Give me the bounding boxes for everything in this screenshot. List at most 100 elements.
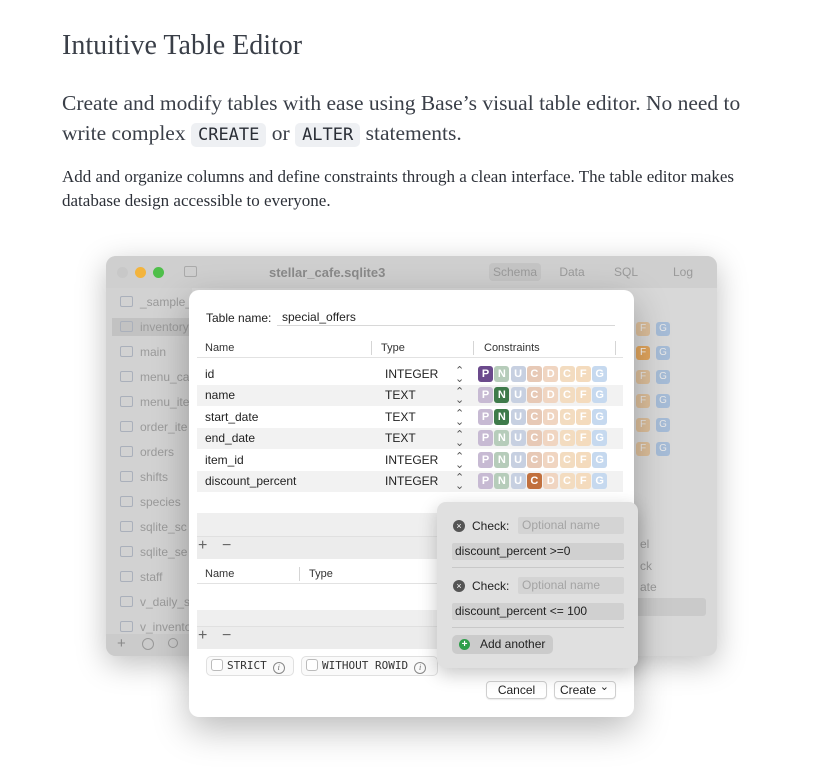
column-type[interactable]: TEXT <box>385 388 416 402</box>
constraint-toggle-g[interactable]: G <box>592 408 608 425</box>
constraint-toggle-f[interactable]: F <box>575 366 591 382</box>
sidebar-item[interactable]: sqlite_sc <box>120 518 187 536</box>
constraint-toggle-c[interactable]: C <box>559 430 575 447</box>
constraint-toggle-d[interactable]: D <box>543 366 559 382</box>
sidebar-item[interactable]: shifts <box>120 468 168 486</box>
constraint-toggle-c[interactable]: C <box>526 430 542 447</box>
constraint-toggle-g[interactable]: G <box>592 387 608 404</box>
constraint-toggle-d[interactable]: D <box>543 473 559 489</box>
sidebar-item[interactable]: menu_ite <box>120 393 189 411</box>
add-column-button[interactable]: + <box>198 537 207 555</box>
constraint-toggle-c[interactable]: C <box>559 451 575 468</box>
check-expression-input[interactable]: discount_percent >=0 <box>452 543 624 560</box>
check-expression-input[interactable]: discount_percent <= 100 <box>452 603 624 620</box>
remove-index-button[interactable]: − <box>222 627 231 645</box>
sidebar-item[interactable]: species <box>120 493 181 511</box>
constraint-toggle-f[interactable]: F <box>575 430 591 447</box>
info-icon[interactable]: i <box>272 662 285 674</box>
column-type[interactable]: INTEGER <box>385 367 438 381</box>
constraint-toggle-p[interactable]: P <box>478 473 493 489</box>
type-stepper-icon[interactable]: ⌃ ⌄ <box>455 451 464 470</box>
constraint-toggle-n[interactable]: N <box>494 473 510 489</box>
constraint-toggle-c[interactable]: C <box>526 366 542 382</box>
check-name-input[interactable]: Optional name <box>518 517 624 534</box>
remove-column-button[interactable]: − <box>222 537 231 555</box>
column-type[interactable]: TEXT <box>385 410 416 424</box>
sidebar-search-icon[interactable] <box>168 638 178 648</box>
column-name[interactable]: item_id <box>205 453 244 467</box>
constraint-toggle-c[interactable]: C <box>559 408 575 425</box>
column-name[interactable]: id <box>205 367 214 381</box>
column-type[interactable]: INTEGER <box>385 474 438 488</box>
sidebar-item[interactable]: orders <box>120 443 174 461</box>
table-row[interactable]: discount_percent INTEGER ⌃ ⌄ P N U C D C F G <box>197 471 623 492</box>
constraint-toggle-f[interactable]: F <box>575 408 591 425</box>
sidebar-item[interactable]: sqlite_se <box>120 543 187 561</box>
type-stepper-icon[interactable]: ⌃ ⌄ <box>455 473 464 492</box>
sidebar-toggle-icon[interactable] <box>184 266 197 277</box>
tab-schema[interactable]: Schema <box>489 263 541 281</box>
constraint-toggle-p[interactable]: P <box>478 366 493 382</box>
tab-data[interactable]: Data <box>548 263 596 281</box>
constraint-toggle-u[interactable]: U <box>510 387 526 404</box>
add-another-button[interactable]: + Add another <box>452 635 553 654</box>
cancel-button[interactable]: Cancel <box>486 681 547 699</box>
constraint-toggle-c[interactable]: C <box>526 387 542 404</box>
constraint-toggle-d[interactable]: D <box>543 408 559 425</box>
constraint-toggle-f[interactable]: F <box>575 473 591 489</box>
constraint-toggle-c[interactable]: C <box>559 366 575 382</box>
create-button[interactable]: Create ⌄ <box>554 681 616 699</box>
table-row[interactable]: item_id INTEGER ⌃ ⌄ P N U C D C F G <box>197 450 623 471</box>
table-row[interactable]: name TEXT ⌃ ⌄ P N U C D C F G <box>197 385 623 407</box>
column-name[interactable]: start_date <box>205 410 258 424</box>
add-index-button[interactable]: + <box>198 627 207 645</box>
tab-sql[interactable]: SQL <box>602 263 650 281</box>
sidebar-item[interactable]: order_ite <box>120 418 187 436</box>
constraint-toggle-g[interactable]: G <box>592 430 608 447</box>
strict-option[interactable]: STRICT i <box>206 656 294 676</box>
constraint-toggle-n[interactable]: N <box>494 408 510 425</box>
constraint-toggle-g[interactable]: G <box>592 473 608 489</box>
constraint-toggle-p[interactable]: P <box>478 408 493 425</box>
type-stepper-icon[interactable]: ⌃ ⌄ <box>455 430 464 449</box>
constraint-toggle-n[interactable]: N <box>494 430 510 447</box>
table-row[interactable]: end_date TEXT ⌃ ⌄ P N U C D C F G <box>197 428 623 450</box>
constraint-toggle-u[interactable]: U <box>510 451 526 468</box>
close-window-button[interactable] <box>117 267 128 278</box>
constraint-toggle-c[interactable]: C <box>526 451 542 468</box>
type-stepper-icon[interactable]: ⌃ ⌄ <box>455 366 464 385</box>
sidebar-more-icon[interactable] <box>142 638 154 650</box>
constraint-toggle-p[interactable]: P <box>478 387 493 404</box>
constraint-toggle-n[interactable]: N <box>494 366 510 382</box>
sidebar-item[interactable]: _sample_ <box>120 293 192 311</box>
sidebar-add-icon[interactable]: + <box>117 635 126 652</box>
type-stepper-icon[interactable]: ⌃ ⌄ <box>455 387 464 406</box>
constraint-toggle-u[interactable]: U <box>510 473 526 489</box>
constraint-toggle-d[interactable]: D <box>543 451 559 468</box>
column-type[interactable]: TEXT <box>385 431 416 445</box>
column-type[interactable]: INTEGER <box>385 453 438 467</box>
constraint-toggle-g[interactable]: G <box>592 451 608 468</box>
without-rowid-checkbox[interactable] <box>306 659 318 671</box>
sidebar-item[interactable]: inventory <box>112 318 192 336</box>
without-rowid-option[interactable]: WITHOUT ROWID i <box>301 656 438 676</box>
constraint-toggle-u[interactable]: U <box>510 430 526 447</box>
remove-check-icon[interactable]: × <box>453 520 465 532</box>
constraint-toggle-n[interactable]: N <box>494 451 510 468</box>
zoom-window-button[interactable] <box>153 267 164 278</box>
table-name-input[interactable] <box>277 308 615 326</box>
constraint-toggle-c[interactable]: C <box>526 473 542 489</box>
constraint-toggle-u[interactable]: U <box>510 366 526 382</box>
column-name[interactable]: discount_percent <box>205 474 296 488</box>
table-row[interactable]: start_date TEXT ⌃ ⌄ P N U C D C F G <box>197 407 623 428</box>
constraint-toggle-d[interactable]: D <box>543 430 559 447</box>
column-name[interactable]: name <box>205 388 235 402</box>
constraint-toggle-g[interactable]: G <box>592 366 608 382</box>
table-row[interactable]: id INTEGER ⌃ ⌄ P N U C D C F G <box>197 364 623 385</box>
strict-checkbox[interactable] <box>211 659 223 671</box>
constraint-toggle-p[interactable]: P <box>478 451 493 468</box>
sidebar-item[interactable]: staff <box>120 568 162 586</box>
constraint-toggle-p[interactable]: P <box>478 430 493 447</box>
type-stepper-icon[interactable]: ⌃ ⌄ <box>455 408 464 427</box>
column-name[interactable]: end_date <box>205 431 255 445</box>
